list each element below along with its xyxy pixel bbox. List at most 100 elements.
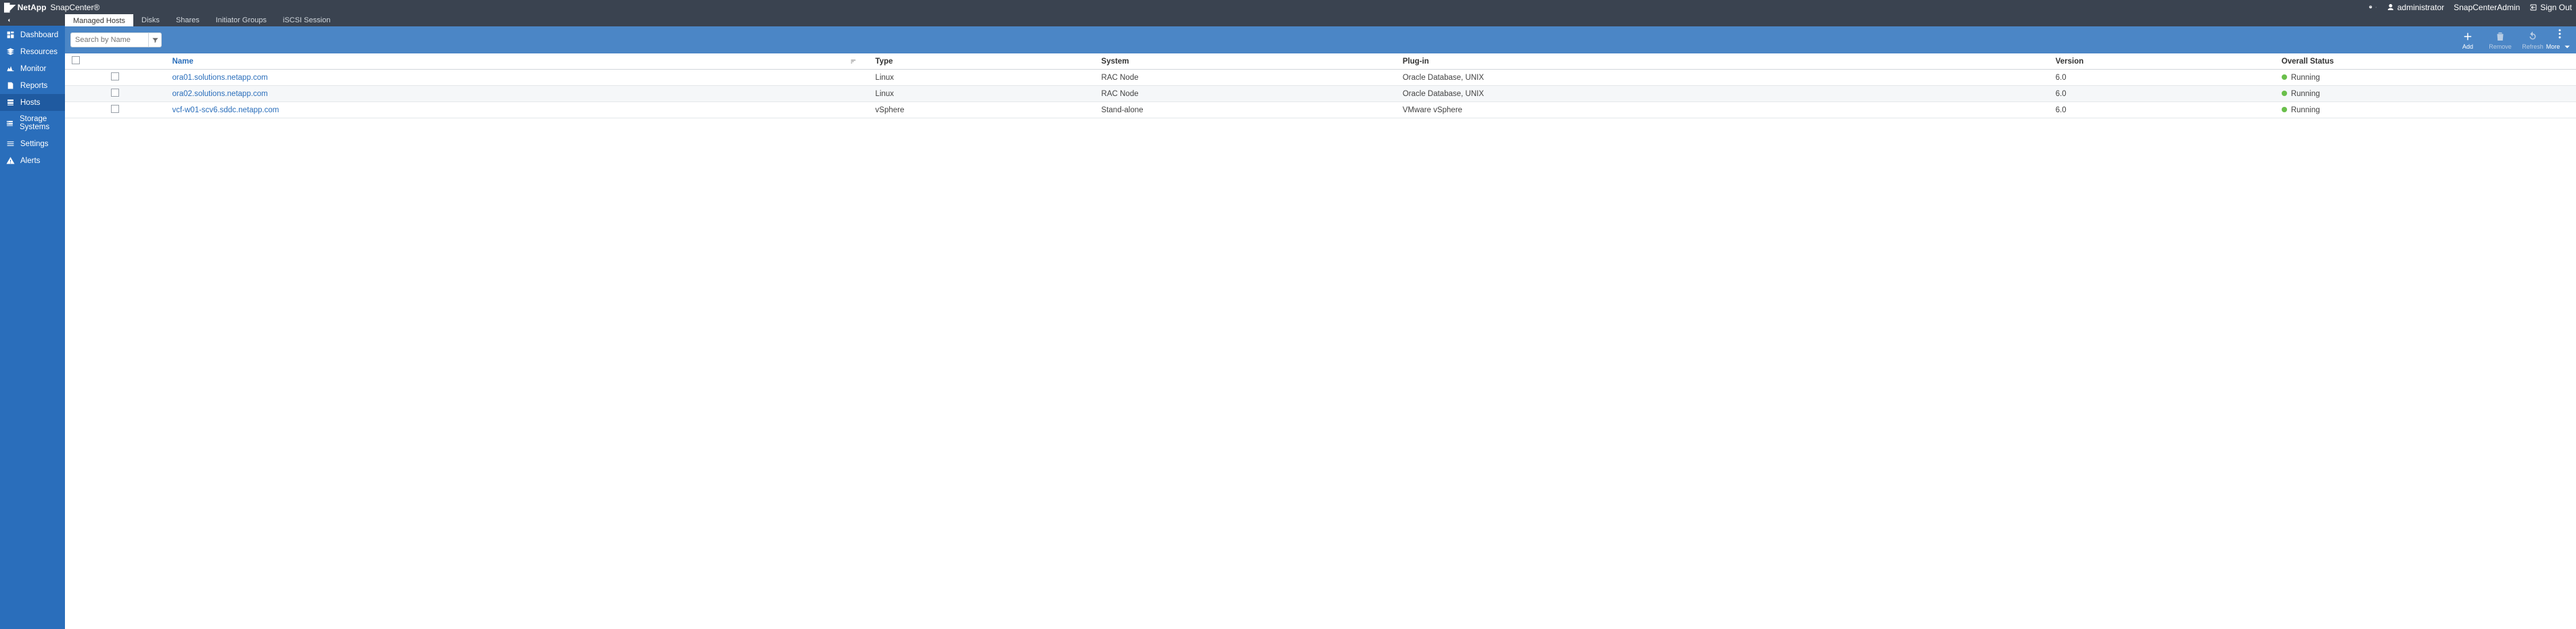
sidebar-item-label: Alerts <box>20 157 40 165</box>
refresh-icon <box>2527 30 2539 43</box>
sidebar-item-label: Reports <box>20 82 47 90</box>
column-status-header[interactable]: Overall Status <box>2275 53 2576 70</box>
brand: █◤ NetApp SnapCenter® <box>4 3 99 12</box>
sidebar-item-alerts[interactable]: Alerts <box>0 152 65 169</box>
more-vertical-icon <box>2554 28 2566 40</box>
tab-disks[interactable]: Disks <box>133 14 168 26</box>
row-checkbox[interactable] <box>111 72 119 80</box>
hosts-icon <box>5 98 15 107</box>
remove-button: Remove <box>2484 30 2516 50</box>
filter-icon <box>152 37 159 44</box>
storage-icon <box>5 119 14 128</box>
brand-company: NetApp <box>18 3 47 12</box>
sidebar-item-label: Dashboard <box>20 31 58 39</box>
refresh-button: Refresh <box>2516 30 2549 50</box>
table-row: ora01.solutions.netapp.com LinuxRAC NodeO… <box>65 70 2576 86</box>
host-version: 6.0 <box>2049 86 2275 102</box>
tab-bar: Managed HostsDisksSharesInitiator Groups… <box>65 14 2576 26</box>
table-header-row: Name Type System Plug-in Version Overall… <box>65 53 2576 70</box>
hosts-table: Name Type System Plug-in Version Overall… <box>65 53 2576 118</box>
more-button[interactable]: More <box>2549 28 2571 53</box>
host-type: vSphere <box>869 102 1095 118</box>
host-system: Stand-alone <box>1095 102 1396 118</box>
filter-button[interactable] <box>148 32 162 47</box>
help-icon[interactable] <box>2369 5 2377 10</box>
more-label: More <box>2546 43 2560 50</box>
resources-icon <box>5 47 15 56</box>
top-right-group: administrator SnapCenterAdmin Sign Out <box>2350 3 2572 12</box>
status-dot-icon <box>2282 91 2287 96</box>
host-name-link[interactable]: vcf-w01-scv6.sddc.netapp.com <box>172 106 279 114</box>
host-plugin: Oracle Database, UNIX <box>1396 70 2049 86</box>
plus-icon <box>2462 30 2474 43</box>
sidebar-item-dashboard[interactable]: Dashboard <box>0 26 65 43</box>
host-name-link[interactable]: ora02.solutions.netapp.com <box>172 90 267 98</box>
remove-label: Remove <box>2489 43 2512 50</box>
column-name-label: Name <box>172 57 193 66</box>
sidebar-item-resources[interactable]: Resources <box>0 43 65 60</box>
trash-icon <box>2494 30 2506 43</box>
sidebar-item-reports[interactable]: Reports <box>0 77 65 94</box>
sidebar-item-label: Storage Systems <box>20 115 60 131</box>
search-input[interactable] <box>70 32 148 47</box>
alerts-icon <box>5 156 15 165</box>
row-checkbox[interactable] <box>111 105 119 113</box>
sidebar-collapse-button[interactable] <box>0 14 65 26</box>
tab-iscsi-session[interactable]: iSCSI Session <box>275 14 338 26</box>
select-all-header[interactable] <box>65 53 165 70</box>
sort-asc-icon[interactable] <box>850 58 857 65</box>
action-bar: Add Remove Refresh More <box>65 26 2576 53</box>
host-plugin: Oracle Database, UNIX <box>1396 86 2049 102</box>
tab-managed-hosts[interactable]: Managed Hosts <box>65 14 133 26</box>
settings-icon <box>5 139 15 148</box>
select-all-checkbox[interactable] <box>72 56 80 64</box>
host-system: RAC Node <box>1095 70 1396 86</box>
signout-button[interactable]: Sign Out <box>2529 3 2572 12</box>
sidebar: Dashboard Resources Monitor Reports Hosts Sto… <box>0 14 65 629</box>
add-button[interactable]: Add <box>2451 30 2484 50</box>
user-menu[interactable]: administrator <box>2387 3 2444 12</box>
sidebar-item-hosts[interactable]: Hosts <box>0 94 65 111</box>
host-status: Running <box>2275 102 2576 118</box>
column-plugin-header[interactable]: Plug-in <box>1396 53 2049 70</box>
host-type: Linux <box>869 70 1095 86</box>
reports-icon <box>5 81 15 90</box>
content-area: Managed HostsDisksSharesInitiator Groups… <box>65 14 2576 629</box>
host-status: Running <box>2275 70 2576 86</box>
signout-label: Sign Out <box>2540 3 2572 12</box>
role-label[interactable]: SnapCenterAdmin <box>2454 3 2520 12</box>
tab-shares[interactable]: Shares <box>168 14 208 26</box>
host-version: 6.0 <box>2049 70 2275 86</box>
dashboard-icon <box>5 30 15 39</box>
host-version: 6.0 <box>2049 102 2275 118</box>
sidebar-item-label: Settings <box>20 140 49 148</box>
caret-down-icon <box>2561 41 2573 53</box>
table-row: vcf-w01-scv6.sddc.netapp.com vSphereStand… <box>65 102 2576 118</box>
column-type-header[interactable]: Type <box>869 53 1095 70</box>
user-label: administrator <box>2397 3 2444 12</box>
host-type: Linux <box>869 86 1095 102</box>
brand-product: SnapCenter® <box>50 3 99 12</box>
sidebar-item-storage[interactable]: Storage Systems <box>0 111 65 135</box>
status-dot-icon <box>2282 74 2287 80</box>
host-status: Running <box>2275 86 2576 102</box>
status-dot-icon <box>2282 107 2287 112</box>
column-version-header[interactable]: Version <box>2049 53 2275 70</box>
column-name-header[interactable]: Name <box>165 53 868 70</box>
tab-initiator-groups[interactable]: Initiator Groups <box>208 14 275 26</box>
netapp-logo-icon: █◤ <box>4 3 15 12</box>
sidebar-item-monitor[interactable]: Monitor <box>0 60 65 77</box>
add-label: Add <box>2462 43 2473 50</box>
monitor-icon <box>5 64 15 73</box>
top-bar: █◤ NetApp SnapCenter® administrator Snap… <box>0 0 2576 14</box>
refresh-label: Refresh <box>2522 43 2544 50</box>
host-name-link[interactable]: ora01.solutions.netapp.com <box>172 74 267 82</box>
host-plugin: VMware vSphere <box>1396 102 2049 118</box>
sidebar-item-label: Monitor <box>20 65 46 73</box>
table-row: ora02.solutions.netapp.comLinuxRAC NodeO… <box>65 86 2576 102</box>
row-checkbox[interactable] <box>111 89 119 97</box>
column-system-header[interactable]: System <box>1095 53 1396 70</box>
search-group <box>70 32 162 47</box>
sidebar-item-label: Hosts <box>20 99 40 107</box>
sidebar-item-settings[interactable]: Settings <box>0 135 65 152</box>
